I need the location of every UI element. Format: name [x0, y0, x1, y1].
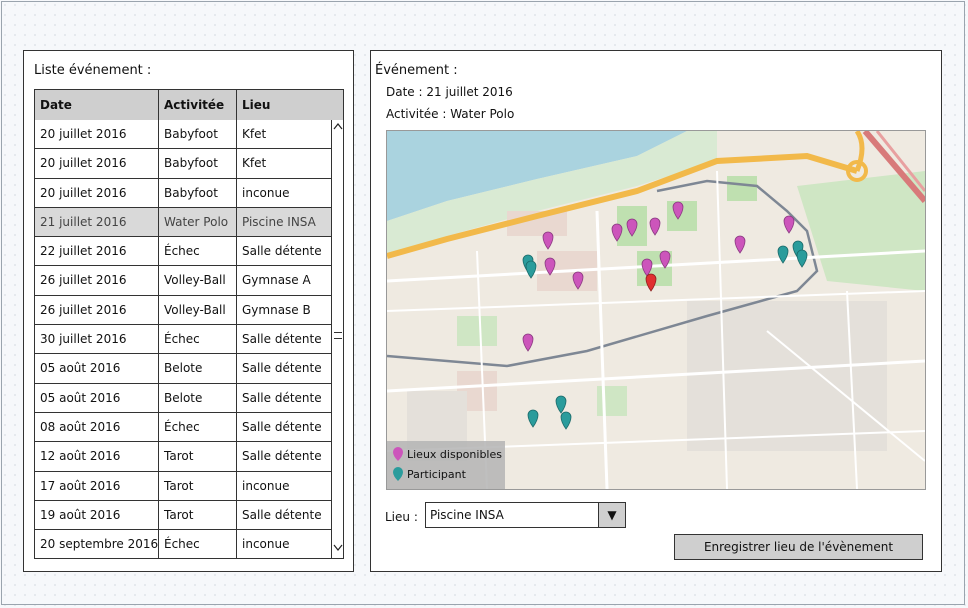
table-scrollbar[interactable]: [331, 120, 343, 558]
table-row[interactable]: 26 juillet 2016 Volley-Ball Gymnase B: [35, 295, 331, 326]
event-map[interactable]: Lieux disponibles Participant: [386, 130, 926, 490]
cell-place: Salle détente: [242, 449, 322, 464]
cell-activity: Belote: [159, 354, 237, 383]
cell-date: 17 août 2016: [35, 471, 159, 500]
table-row[interactable]: 20 septembre 2016 Échec inconue: [35, 530, 331, 558]
event-list-panel: Liste événement : Date Activitée Lieu 20…: [23, 50, 354, 572]
cell-activity: Échec: [159, 237, 237, 266]
table-row[interactable]: 12 août 2016 Tarot Salle détente: [35, 442, 331, 472]
cell-place: inconue: [242, 185, 290, 200]
table-header: Date Activitée Lieu: [35, 90, 343, 121]
table-row[interactable]: 30 juillet 2016 Échec Salle détente: [35, 325, 331, 355]
table-row-selected[interactable]: 21 juillet 2016 Water Polo Piscine INSA: [35, 207, 331, 238]
cell-date: 30 juillet 2016: [35, 325, 159, 354]
table-row[interactable]: 22 juillet 2016 Échec Salle détente: [35, 237, 331, 267]
cell-date: 05 août 2016: [35, 354, 159, 383]
cell-place: Salle détente: [242, 244, 322, 259]
column-header-date[interactable]: Date: [35, 90, 159, 120]
cell-place: Salle détente: [242, 507, 322, 522]
cell-date: 19 août 2016: [35, 500, 159, 530]
cell-place: Kfet: [242, 127, 267, 141]
cell-activity: Water Polo: [159, 207, 237, 237]
table-row[interactable]: 26 juillet 2016 Volley-Ball Gymnase A: [35, 266, 331, 296]
table-row[interactable]: 20 juillet 2016 Babyfoot Kfet: [35, 149, 331, 179]
legend-available-label: Lieux disponibles: [407, 447, 502, 461]
table-row[interactable]: 19 août 2016 Tarot Salle détente: [35, 500, 331, 531]
cell-place: Salle détente: [242, 332, 322, 347]
place-select-value: Piscine INSA: [430, 508, 504, 522]
scroll-thumb[interactable]: [334, 327, 342, 347]
legend-participant: Participant: [393, 467, 466, 481]
table-row[interactable]: 17 août 2016 Tarot inconue: [35, 471, 331, 501]
cell-activity: Échec: [159, 325, 237, 354]
cell-activity: Volley-Ball: [159, 295, 237, 325]
cell-place: inconue: [242, 478, 290, 493]
place-select[interactable]: Piscine INSA ▼: [425, 502, 626, 528]
cell-date: 05 août 2016: [35, 383, 159, 412]
cell-place: Salle détente: [242, 419, 322, 434]
map-legend: Lieux disponibles Participant: [387, 441, 505, 489]
table-body: 20 juillet 2016 Babyfoot Kfet 20 juillet 2…: [35, 120, 331, 558]
cell-activity: Tarot: [159, 471, 237, 500]
cell-date: 08 août 2016: [35, 412, 159, 442]
chevron-down-icon[interactable]: [332, 544, 343, 556]
chevron-up-icon[interactable]: [332, 122, 343, 134]
cell-date: 26 juillet 2016: [35, 266, 159, 295]
event-list-title: Liste événement :: [34, 63, 152, 78]
event-date: Date : 21 juillet 2016: [386, 85, 513, 99]
cell-activity: Tarot: [159, 442, 237, 471]
cell-date: 26 juillet 2016: [35, 295, 159, 325]
table-row[interactable]: 08 août 2016 Échec Salle détente: [35, 412, 331, 443]
event-detail-title: Événement :: [375, 63, 458, 78]
teal-pin-icon: [393, 467, 403, 481]
cell-activity: Échec: [159, 412, 237, 442]
magenta-pin-icon: [393, 447, 403, 461]
column-header-activity[interactable]: Activitée: [159, 90, 237, 120]
cell-place: Gymnase A: [242, 273, 311, 288]
cell-date: 12 août 2016: [35, 442, 159, 471]
cell-place: Salle détente: [242, 390, 322, 405]
cell-activity: Volley-Ball: [159, 266, 237, 295]
dropdown-arrow-icon[interactable]: ▼: [598, 503, 625, 527]
table-row[interactable]: 05 août 2016 Belote Salle détente: [35, 354, 331, 384]
cell-activity: Babyfoot: [159, 178, 237, 207]
cell-date: 21 juillet 2016: [35, 207, 159, 237]
cell-place: Salle détente: [242, 361, 322, 376]
cell-date: 20 juillet 2016: [35, 178, 159, 207]
cell-activity: Babyfoot: [159, 149, 237, 178]
cell-place: Gymnase B: [242, 302, 311, 317]
table-row[interactable]: 20 juillet 2016 Babyfoot Kfet: [35, 120, 331, 150]
cell-place: Piscine INSA: [242, 214, 316, 229]
cell-place: inconue: [242, 537, 290, 552]
event-detail-panel: Événement : Date : 21 juillet 2016 Activ…: [370, 50, 942, 572]
column-header-place[interactable]: Lieu: [237, 90, 331, 120]
cell-activity: Belote: [159, 383, 237, 412]
cell-activity: Échec: [159, 530, 237, 558]
save-event-place-button[interactable]: Enregistrer lieu de l'évènement: [674, 534, 923, 560]
cell-place: Kfet: [242, 156, 267, 171]
cell-date: 22 juillet 2016: [35, 237, 159, 266]
table-row[interactable]: 20 juillet 2016 Babyfoot inconue: [35, 178, 331, 208]
event-activity: Activitée : Water Polo: [386, 107, 515, 121]
cell-date: 20 septembre 2016: [35, 530, 159, 558]
cell-activity: Babyfoot: [159, 120, 237, 149]
cell-date: 20 juillet 2016: [35, 149, 159, 178]
map-drawing[interactable]: [387, 131, 925, 489]
event-table: Date Activitée Lieu 20 juillet 2016 Babyf…: [34, 89, 344, 559]
table-row[interactable]: 05 août 2016 Belote Salle détente: [35, 383, 331, 413]
legend-available: Lieux disponibles: [393, 447, 502, 461]
cell-date: 20 juillet 2016: [35, 120, 159, 149]
cell-activity: Tarot: [159, 500, 237, 530]
legend-participant-label: Participant: [407, 467, 466, 481]
place-label: Lieu :: [385, 510, 418, 524]
